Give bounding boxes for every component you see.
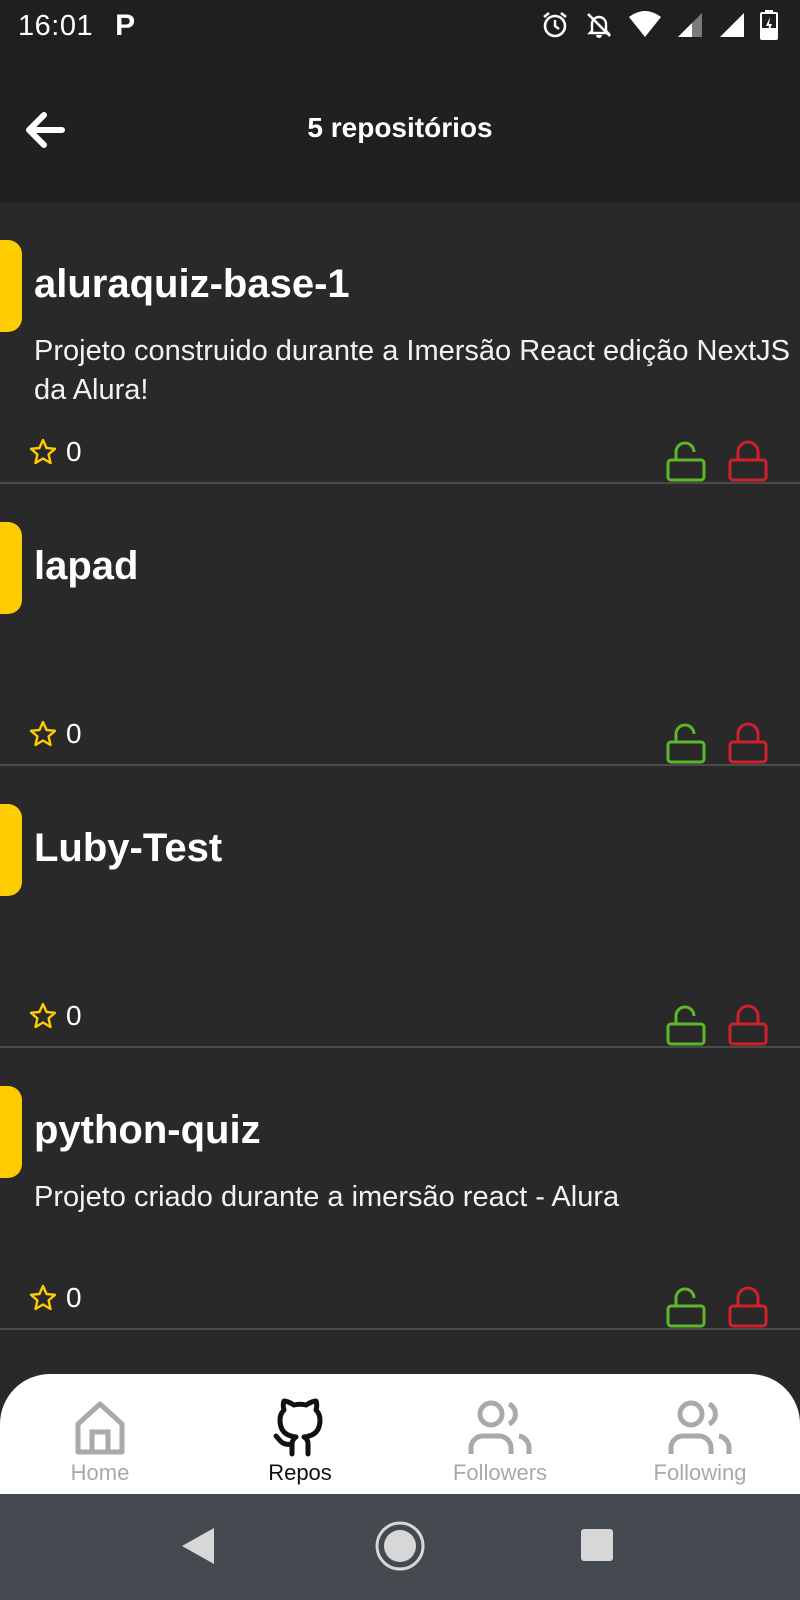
nav-item-following[interactable]: Following	[600, 1374, 800, 1494]
star-count: 0	[66, 436, 82, 467]
users-icon	[668, 1400, 732, 1454]
status-time: 16:01	[18, 9, 94, 42]
repo-accent-marker	[0, 522, 22, 614]
lock-icon[interactable]	[728, 1286, 768, 1328]
back-triangle-icon[interactable]	[180, 1526, 216, 1566]
repo-description: Projeto criado durante a imersão react -…	[34, 1181, 620, 1213]
signal-icon	[678, 13, 702, 37]
users-icon	[468, 1400, 532, 1454]
star-count: 0	[66, 1000, 82, 1031]
nav-label: Following	[653, 1460, 747, 1485]
lock-icon[interactable]	[728, 722, 768, 764]
home-circle-icon[interactable]	[374, 1520, 426, 1572]
repo-visibility	[666, 722, 768, 764]
unlock-icon[interactable]	[666, 722, 706, 764]
nav-item-followers[interactable]: Followers	[400, 1374, 600, 1494]
repo-stars: 0	[28, 436, 82, 468]
bottom-nav: Home Repos Followers Following	[0, 1374, 800, 1494]
unlock-icon[interactable]	[666, 1286, 706, 1328]
repo-card[interactable]: lapad 0	[0, 484, 800, 766]
lock-icon[interactable]	[728, 1004, 768, 1046]
nav-label: Followers	[452, 1460, 548, 1485]
notification-app-icon: P	[115, 9, 136, 42]
repo-name: aluraquiz-base-1	[34, 262, 350, 306]
alarm-icon	[543, 11, 567, 38]
signal-icon	[720, 13, 744, 37]
status-icons	[540, 10, 778, 40]
nav-item-home[interactable]: Home	[0, 1374, 200, 1494]
nav-label: Repos	[268, 1460, 332, 1485]
repo-list: aluraquiz-base-1 Projeto construido dura…	[0, 202, 800, 1330]
star-icon	[29, 720, 57, 747]
repo-visibility	[666, 1004, 768, 1046]
repo-description: Projeto construido durante a Imersão Rea…	[34, 335, 791, 406]
star-icon	[29, 1002, 57, 1029]
app-bar: 5 repositórios	[0, 52, 800, 202]
unlock-icon[interactable]	[666, 440, 706, 482]
repo-stars: 0	[28, 1000, 82, 1032]
repo-name: python-quiz	[34, 1108, 261, 1152]
recents-square-icon[interactable]	[580, 1528, 614, 1562]
repo-visibility	[666, 440, 768, 482]
repo-card[interactable]: Luby-Test 0	[0, 766, 800, 1048]
repo-card[interactable]: python-quiz Projeto criado durante a ime…	[0, 1048, 800, 1330]
star-icon	[29, 1284, 57, 1311]
nav-item-repos[interactable]: Repos	[200, 1374, 400, 1494]
repo-name: Luby-Test	[34, 826, 223, 870]
repo-accent-marker	[0, 1086, 22, 1178]
repo-stars: 0	[28, 1282, 82, 1314]
repo-visibility	[666, 1286, 768, 1328]
github-icon	[273, 1398, 323, 1457]
system-nav-bar	[0, 1494, 800, 1600]
battery-charging-icon	[760, 10, 778, 40]
notifications-off-icon	[587, 13, 611, 38]
unlock-icon[interactable]	[666, 1004, 706, 1046]
page-title: 5 repositórios	[307, 112, 493, 143]
repo-accent-marker	[0, 804, 22, 896]
wifi-icon	[629, 11, 661, 37]
status-bar: 16:01 P	[0, 0, 800, 52]
repo-accent-marker	[0, 240, 22, 332]
repo-name: lapad	[34, 544, 139, 588]
repo-stars: 0	[28, 718, 82, 750]
home-icon	[75, 1401, 125, 1455]
star-icon	[29, 438, 57, 465]
lock-icon[interactable]	[728, 440, 768, 482]
star-count: 0	[66, 1282, 82, 1313]
star-count: 0	[66, 718, 82, 749]
repo-card[interactable]: aluraquiz-base-1 Projeto construido dura…	[0, 202, 800, 484]
nav-label: Home	[70, 1460, 130, 1485]
